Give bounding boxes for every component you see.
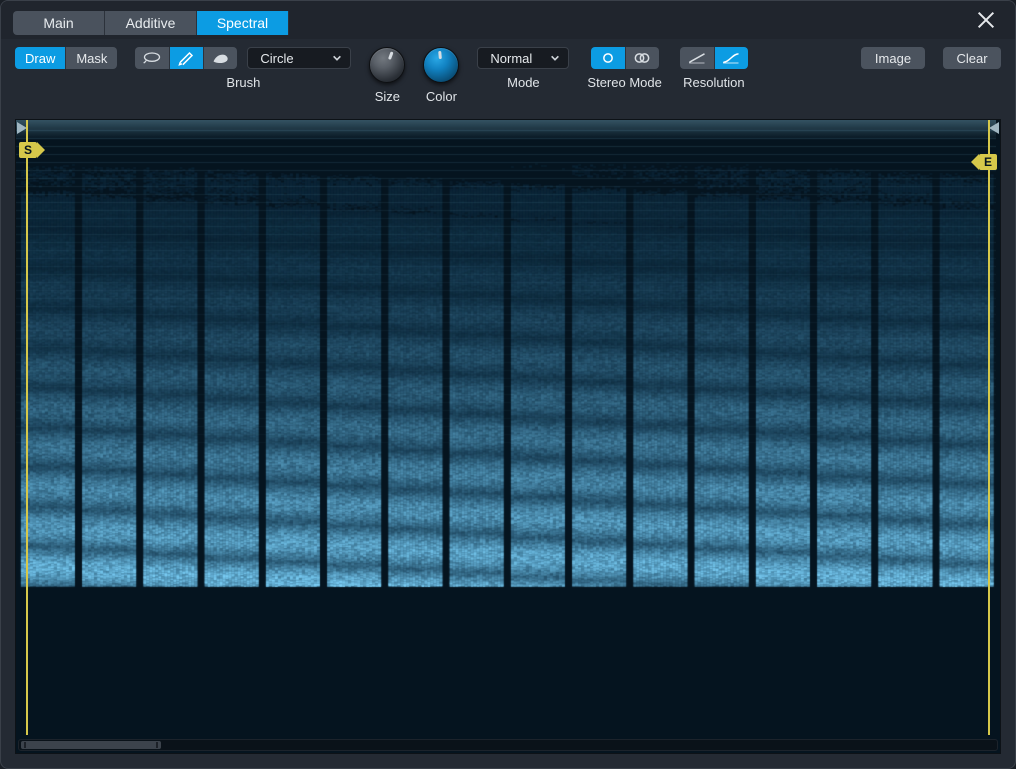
brush-shape-value: Circle (260, 51, 293, 66)
resolution-linear-icon[interactable] (680, 47, 714, 69)
resolution-curve-icon[interactable] (714, 47, 748, 69)
image-button[interactable]: Image (861, 47, 925, 69)
close-icon[interactable] (975, 9, 997, 31)
color-group: Color (423, 47, 459, 104)
stereo-mode-label: Stereo Mode (587, 75, 661, 90)
brush-shape-select[interactable]: Circle (247, 47, 351, 69)
mode-group-label: Mode (507, 75, 540, 90)
editor-tabbar: Main Additive Spectral (1, 1, 1015, 39)
brush-group-label: Brush (226, 75, 260, 90)
stereo-mode-segment (591, 47, 659, 69)
loop-line-end[interactable] (988, 120, 990, 735)
clear-button[interactable]: Clear (943, 47, 1001, 69)
resolution-label: Resolution (683, 75, 744, 90)
pencil-tool-icon[interactable] (169, 47, 203, 69)
mode-select[interactable]: Normal (477, 47, 569, 69)
draw-mask-segment: Draw Mask (15, 47, 117, 69)
chevron-down-icon (332, 51, 342, 66)
spectrogram-canvas[interactable] (16, 120, 996, 740)
stereo-single-icon[interactable] (591, 47, 625, 69)
spectrogram-area[interactable]: S E (15, 119, 1001, 754)
tab-spectral[interactable]: Spectral (197, 11, 289, 35)
brush-tool-segment (135, 47, 237, 69)
tab-main[interactable]: Main (13, 11, 105, 35)
brush-tool-icon[interactable] (203, 47, 237, 69)
size-knob[interactable] (369, 47, 405, 83)
spectral-toolbar: Draw Mask (1, 39, 1015, 110)
horizontal-scrollbar[interactable] (18, 739, 998, 751)
loop-start-marker[interactable]: S (19, 142, 37, 158)
mask-button[interactable]: Mask (65, 47, 117, 69)
chevron-down-icon (550, 51, 560, 66)
size-group: Size (369, 47, 405, 104)
draw-button[interactable]: Draw (15, 47, 65, 69)
resolution-segment (680, 47, 748, 69)
loop-line-start[interactable] (26, 120, 28, 735)
mode-value: Normal (490, 51, 532, 66)
color-knob[interactable] (423, 47, 459, 83)
playhead-end-icon[interactable] (989, 122, 999, 134)
color-label: Color (426, 89, 457, 104)
lasso-tool-icon[interactable] (135, 47, 169, 69)
scrollbar-thumb[interactable] (21, 741, 161, 749)
resolution-group: Resolution (680, 47, 748, 90)
stereo-mode-group: Stereo Mode (587, 47, 661, 90)
brush-group: Circle Brush (135, 47, 351, 90)
mode-group: Normal Mode (477, 47, 569, 90)
stereo-dual-icon[interactable] (625, 47, 659, 69)
loop-end-marker[interactable]: E (979, 154, 997, 170)
size-label: Size (375, 89, 400, 104)
tab-additive[interactable]: Additive (105, 11, 197, 35)
